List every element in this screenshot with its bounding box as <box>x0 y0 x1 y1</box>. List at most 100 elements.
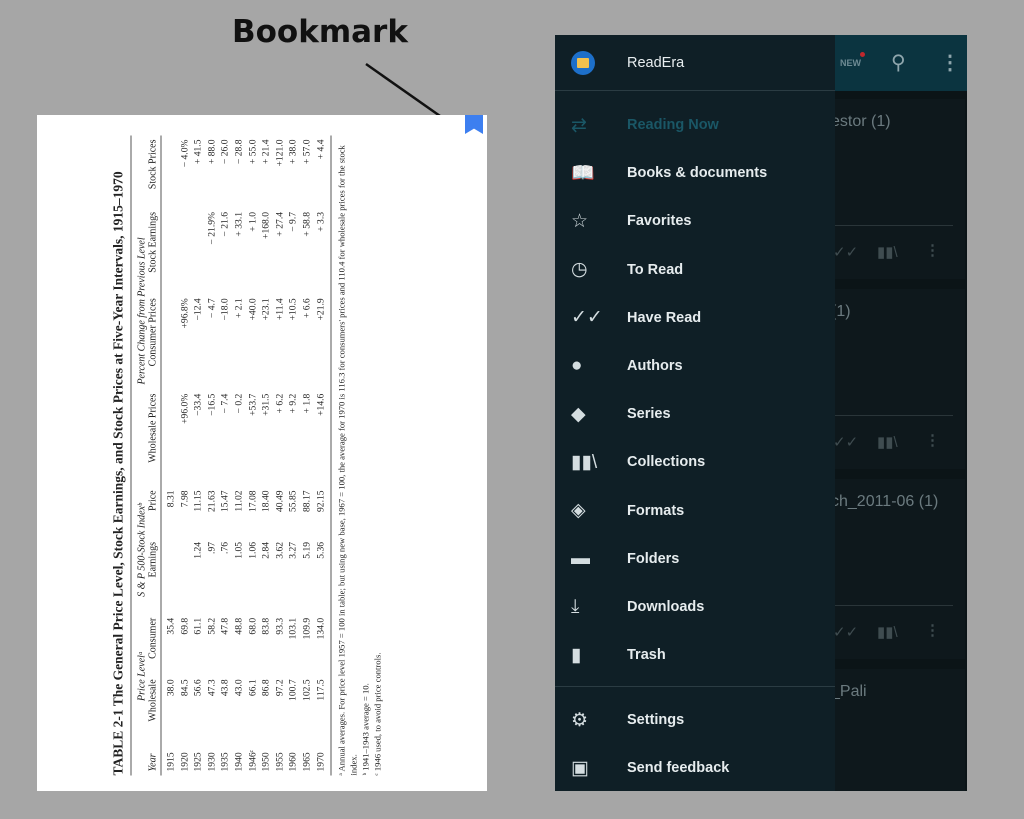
drawer-item-settings[interactable]: ⚙ Settings <box>555 696 835 744</box>
drawer-item-label: Trash <box>627 647 666 664</box>
table-row: 1955 97.2 93.3 3.62 40.49 + 6.2 +11.4 + 27.4 +12… <box>273 136 287 776</box>
drawer-item-label: Have Read <box>627 309 702 326</box>
drawer-item-to-read[interactable]: ◷ To Read <box>555 246 835 294</box>
drawer-item-label: Send feedback <box>627 760 730 776</box>
table-cell: + 58.8 <box>301 211 313 237</box>
table-cell: − 0.2 <box>233 393 245 414</box>
search-icon[interactable]: ⚲ <box>891 50 906 75</box>
table-row: 1960 100.7 103.1 3.27 55.85 + 9.2 +10.5 − 9.7 + … <box>287 136 301 776</box>
more-vert-icon[interactable]: ⋮ <box>925 431 940 449</box>
table-cell: 11.15 <box>192 490 204 512</box>
table-cell: 38.0 <box>165 679 177 697</box>
table-row: 1915 38.0 35.4 8.31 <box>161 136 178 776</box>
table-cell: 1940 <box>233 752 245 772</box>
drawer-item-send-feedback[interactable]: ▣ Send feedback <box>555 744 835 791</box>
table-cell: 103.1 <box>287 617 299 640</box>
double-check-icon[interactable]: ✓✓ <box>833 623 858 641</box>
table-cell: 68.0 <box>247 617 259 635</box>
table-cell: −12.4 <box>192 298 204 321</box>
table-cell: 58.2 <box>206 617 218 635</box>
data-table: Price Levelᵃ S & P 500-Stock Indexᵇ Perc… <box>132 135 332 776</box>
table-cell: +23.1 <box>260 298 272 321</box>
drawer-item-folders[interactable]: ▬ Folders <box>555 535 835 583</box>
column-header: Year <box>147 738 161 776</box>
new-badge[interactable]: NEW <box>840 58 861 68</box>
table-cell <box>161 538 178 614</box>
table-cell: 5.19 <box>301 541 313 559</box>
drawer-item-series[interactable]: ◆ Series <box>555 390 835 438</box>
table-cell <box>161 390 178 487</box>
table-cell: 1.05 <box>233 541 245 559</box>
double-check-icon[interactable]: ✓✓ <box>833 433 858 451</box>
book-title: _Pali <box>831 683 867 700</box>
table-cell: + 1.8 <box>301 393 313 414</box>
table-row: 1950 86.8 83.8 2.84 18.40 +31.5 +23.1 +168.0 + 2… <box>260 136 274 776</box>
more-vert-icon[interactable]: ⋮ <box>940 50 960 75</box>
table-cell: 1960 <box>287 752 299 772</box>
drawer-item-label: Reading Now <box>627 117 719 133</box>
table-cell: .97 <box>206 541 218 554</box>
drawer-item-label: Favorites <box>627 213 692 230</box>
column-header: Wholesale <box>147 675 161 739</box>
table-cell: .76 <box>219 541 231 554</box>
table-cell: 134.0 <box>314 613 332 676</box>
table-cell <box>178 208 192 294</box>
drawer-item-downloads[interactable]: ⤓ Downloads <box>555 583 835 631</box>
gear-icon: ⚙ <box>571 709 589 731</box>
table-cell: 18.40 <box>260 490 272 512</box>
drawer-item-books-documents[interactable]: 📖 Books & documents <box>555 149 835 197</box>
library-icon[interactable]: ▮▮\ <box>877 433 898 451</box>
table-row: 1925 56.6 61.1 1.24 11.15 −33.4 −12.4 + 41.5 <box>192 136 206 776</box>
drawer-item-reading-now[interactable]: ⇄ Reading Now <box>555 101 835 149</box>
table-row: 1940 43.0 48.8 1.05 11.02 − 0.2 + 2.1 + 33.1 − 2… <box>232 136 246 776</box>
table-cell: 21.63 <box>206 490 218 512</box>
double-check-icon[interactable]: ✓✓ <box>833 243 858 261</box>
book-card[interactable]: _Pali <box>825 669 965 791</box>
footnote: ᶜ 1946 used, to avoid price controls. <box>372 652 383 776</box>
drawer-item-authors[interactable]: ● Authors <box>555 342 835 390</box>
book-card[interactable]: ch_2011-06 (1) ✓✓ ▮▮\ ⋮ <box>825 479 965 659</box>
table-row: 1970 117.5 134.0 5.36 92.15 +14.6 +21.9 + 3.3 + … <box>314 135 332 776</box>
table-cell: 102.5 <box>301 679 313 701</box>
book-title: ch_2011-06 (1) <box>831 493 939 510</box>
table-cell: + 88.0 <box>206 139 218 165</box>
table-cell: 66.1 <box>247 679 259 697</box>
table-cell: +96.8% <box>179 298 191 329</box>
more-vert-icon[interactable]: ⋮ <box>925 621 940 639</box>
table-row: 1946ᶜ 66.1 68.0 1.06 17.08 +53.7 +40.0 + 1.0 + 5… <box>246 136 260 776</box>
book-card[interactable]: (1) ✓✓ ▮▮\ ⋮ <box>825 289 965 469</box>
book-card[interactable]: estor (1) ✓✓ ▮▮\ ⋮ <box>825 99 965 279</box>
table-cell: 11.02 <box>233 490 245 512</box>
table-cell: +11.4 <box>274 298 286 321</box>
more-vert-icon[interactable]: ⋮ <box>925 241 940 259</box>
drawer-item-formats[interactable]: ◈ Formats <box>555 487 835 535</box>
library-icon[interactable]: ▮▮\ <box>877 243 898 261</box>
table-cell: + 33.1 <box>233 211 245 237</box>
table-cell: 2.84 <box>260 541 272 559</box>
drawer-item-label: Folders <box>627 550 680 567</box>
table-cell: + 6.2 <box>274 393 286 414</box>
table-cell: +96.0% <box>179 393 191 424</box>
drawer-item-label: Formats <box>627 502 685 519</box>
table-cell: 8.31 <box>165 490 177 508</box>
table-cell: 56.6 <box>192 679 204 697</box>
table-cell: 93.3 <box>274 617 286 635</box>
table-cell: +10.5 <box>287 298 299 321</box>
column-header: Stock Earnings <box>147 207 161 295</box>
drawer-item-have-read[interactable]: ✓✓ Have Read <box>555 294 835 342</box>
column-header: Consumer Prices <box>147 294 161 390</box>
notification-dot <box>860 52 865 57</box>
table-cell <box>161 294 178 389</box>
drawer-item-favorites[interactable]: ☆ Favorites <box>555 197 835 245</box>
footnote: ᵃ Annual averages. For price level 1957 … <box>336 145 359 776</box>
table-cell: − 28.8 <box>233 139 245 165</box>
table-row: 1935 43.8 47.8 .76 15.47 − 7.4 −18.0 − 21.6 − 26… <box>219 136 233 776</box>
table-cell: 1955 <box>274 752 286 772</box>
drawer-item-collections[interactable]: ▮▮\ Collections <box>555 438 835 486</box>
column-header: Price <box>147 486 161 538</box>
drawer-item-trash[interactable]: ▮ Trash <box>555 631 835 679</box>
table-cell: 47.3 <box>206 679 218 697</box>
table-cell: 40.49 <box>274 490 286 512</box>
library-icon[interactable]: ▮▮\ <box>877 623 898 641</box>
readera-logo <box>571 51 595 75</box>
